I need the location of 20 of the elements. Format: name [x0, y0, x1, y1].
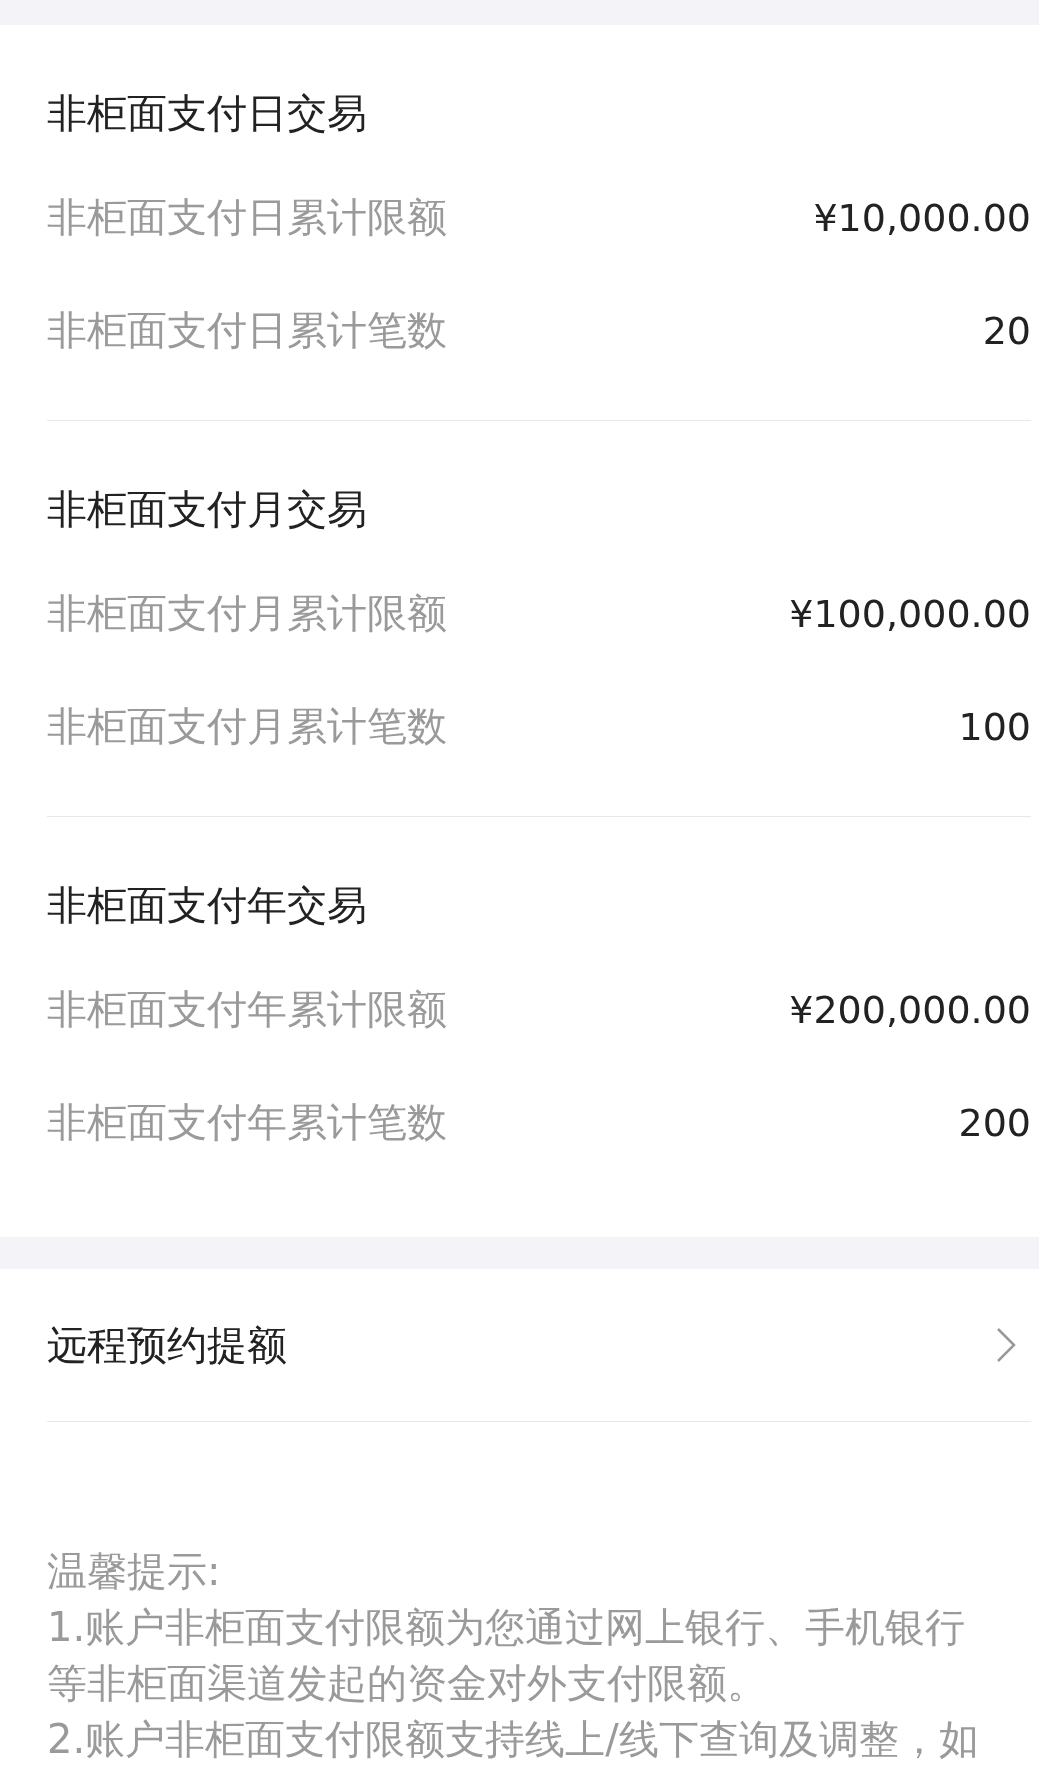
remote-limit-increase-item[interactable]: 远程预约提额 [47, 1269, 1031, 1421]
limit-value: ¥100,000.00 [789, 591, 1031, 636]
section-title: 非柜面支付月交易 [47, 485, 368, 534]
limit-value: 200 [958, 1100, 1031, 1145]
limit-value: 100 [958, 704, 1031, 749]
limit-value: ¥200,000.00 [789, 987, 1031, 1032]
limit-label: 非柜面支付年累计笔数 [47, 1098, 447, 1147]
limit-label: 非柜面支付日累计笔数 [47, 306, 447, 355]
section-title: 非柜面支付日交易 [47, 89, 368, 138]
limit-label: 非柜面支付日累计限额 [47, 193, 447, 242]
chevron-right-icon [995, 1326, 1017, 1364]
tips-title: 温馨提示: [47, 1547, 222, 1596]
limit-value: 20 [982, 308, 1031, 353]
limit-label: 非柜面支付月累计笔数 [47, 702, 447, 751]
limit-label: 非柜面支付年累计限额 [47, 985, 447, 1034]
limit-label: 非柜面支付月累计限额 [47, 589, 447, 638]
tip-paragraph: 2.账户非柜面支付限额支持线上/线下查询及调整，如 [47, 1715, 980, 1764]
section-title: 非柜面支付年交易 [47, 881, 368, 930]
tip-paragraph: 1.账户非柜面支付限额为您通过网上银行、手机银行等非柜面渠道发起的资金对外支付限额。 [47, 1603, 967, 1708]
limit-value: ¥10,000.00 [813, 195, 1031, 240]
